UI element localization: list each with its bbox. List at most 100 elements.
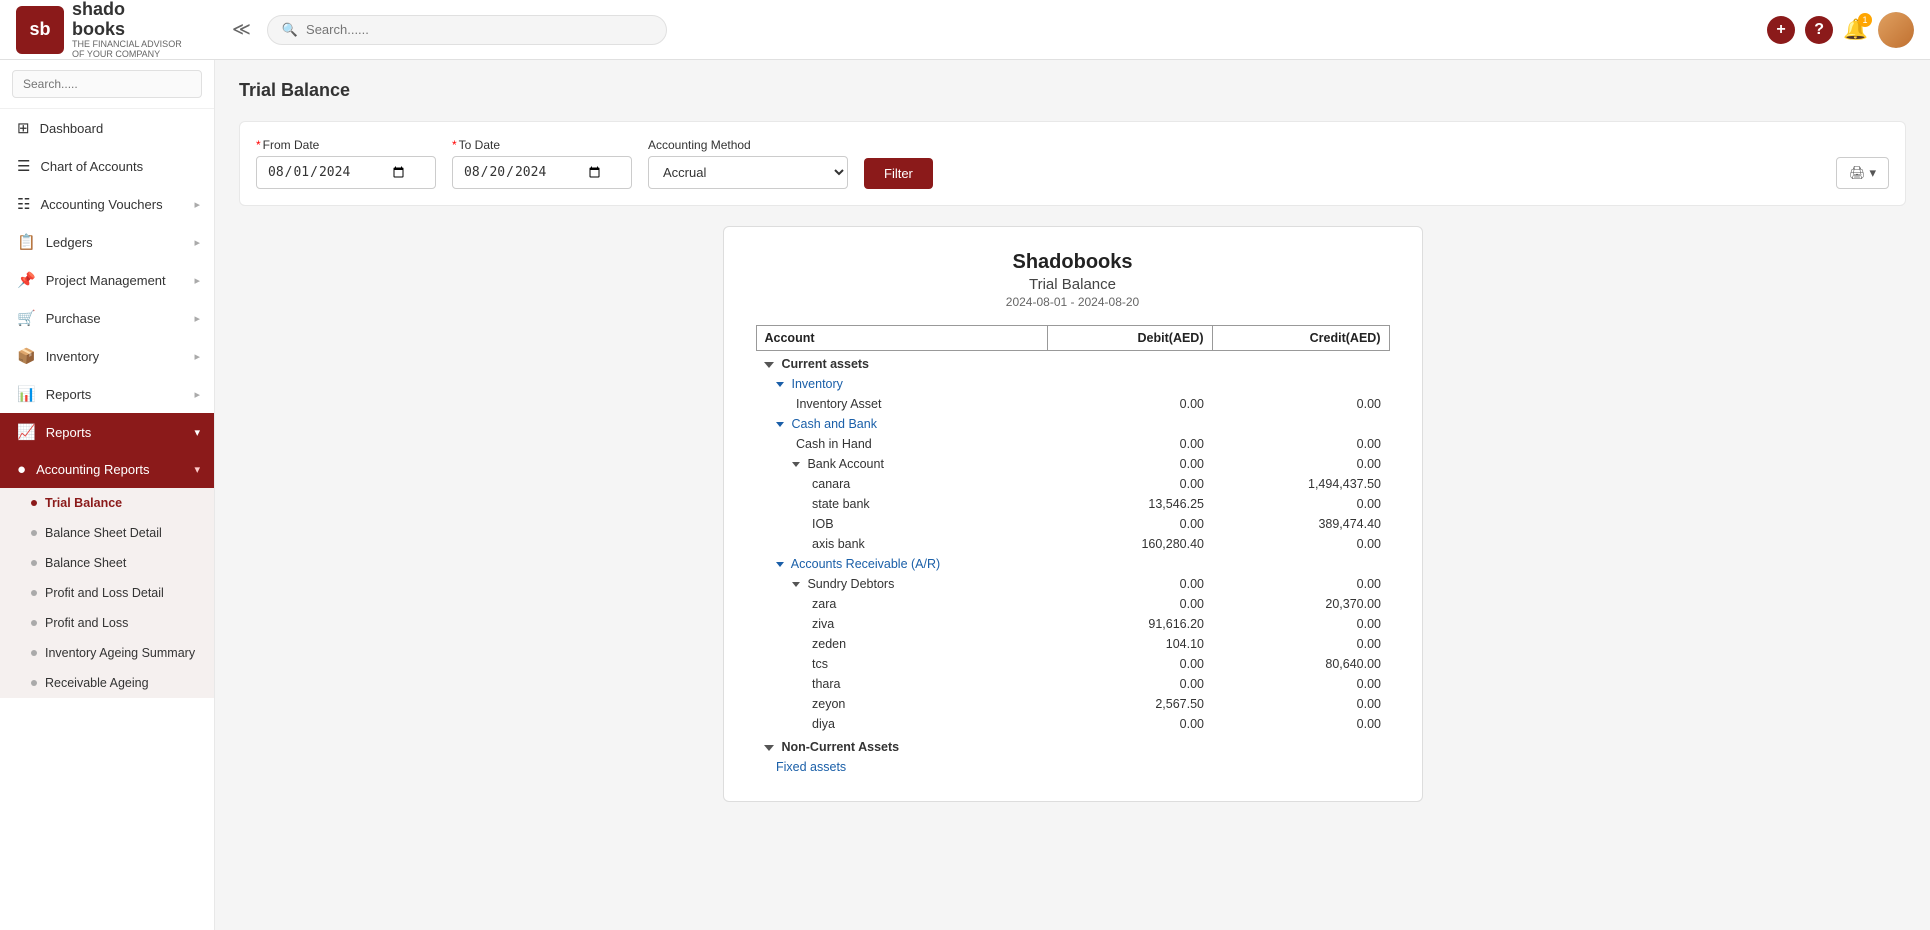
chevron-right-icon: ▸ (194, 236, 200, 249)
chevron-down-icon (776, 422, 784, 427)
table-header-row: Account Debit(AED) Credit(AED) (756, 326, 1389, 351)
from-date-input-wrapper[interactable] (256, 156, 436, 189)
sidebar-item-label: Chart of Accounts (40, 159, 200, 174)
sidebar-item-ledgers[interactable]: 📋 Ledgers ▸ (0, 223, 214, 261)
chevron-down-icon: ▾ (194, 463, 200, 476)
print-button[interactable]: 🖨 ▾ (1836, 157, 1889, 189)
sidebar-subitem-profit-loss-detail[interactable]: Profit and Loss Detail (0, 578, 214, 608)
top-search-input[interactable] (306, 22, 652, 37)
logo-icon: sb (16, 6, 64, 54)
sidebar-search-container[interactable] (0, 60, 214, 109)
notification-icon[interactable]: 🔔 1 (1843, 17, 1868, 42)
filter-button[interactable]: Filter (864, 158, 933, 189)
sidebar-item-accounting-vouchers[interactable]: ☷ Accounting Vouchers ▸ (0, 185, 214, 223)
table-row: Cash and Bank (756, 414, 1389, 434)
page-title: Trial Balance (239, 80, 1906, 101)
table-row: Cash in Hand 0.00 0.00 (756, 434, 1389, 454)
subitem-label: Balance Sheet (45, 556, 126, 570)
table-row: canara 0.00 1,494,437.50 (756, 474, 1389, 494)
report-card: Shadobooks Trial Balance 2024-08-01 - 20… (723, 226, 1423, 802)
print-dropdown-icon: ▾ (1869, 165, 1876, 181)
sidebar-item-purchase[interactable]: 🛒 Purchase ▸ (0, 299, 214, 337)
sidebar-item-dashboard[interactable]: ⊞ Dashboard (0, 109, 214, 147)
accounting-reports-label: Accounting Reports (36, 462, 184, 477)
col-credit: Credit(AED) (1212, 326, 1389, 351)
print-icon: 🖨 (1849, 165, 1866, 181)
chevron-right-icon: ▸ (194, 388, 200, 401)
sidebar-item-label: Dashboard (40, 121, 200, 136)
sidebar-item-project-management[interactable]: 📌 Project Management ▸ (0, 261, 214, 299)
chevron-right-icon: ▸ (194, 312, 200, 325)
top-navbar: sb shadobooks THE FINANCIAL ADVISOROF YO… (0, 0, 1930, 60)
table-row: zeden 104.10 0.00 (756, 634, 1389, 654)
method-group: Accounting Method Accrual Cash (648, 138, 848, 189)
sidebar-item-sales[interactable]: 📊 Reports ▸ (0, 375, 214, 413)
chevron-right-icon: ▸ (194, 274, 200, 287)
inventory-icon: 📦 (17, 347, 36, 365)
sidebar-item-chart-of-accounts[interactable]: ☰ Chart of Accounts (0, 147, 214, 185)
report-company: Shadobooks (756, 251, 1390, 274)
sidebar-item-label: Project Management (46, 273, 185, 288)
filter-bar: *From Date *To Date Accounting Method Ac… (239, 121, 1906, 206)
dashboard-icon: ⊞ (17, 119, 30, 137)
table-row: Inventory (756, 374, 1389, 394)
table-row: diya 0.00 0.00 (756, 714, 1389, 734)
chart-icon: ☰ (17, 157, 30, 175)
subitem-label: Profit and Loss Detail (45, 586, 164, 600)
to-date-input-wrapper[interactable] (452, 156, 632, 189)
dot-icon (31, 680, 37, 686)
table-row: axis bank 160,280.40 0.00 (756, 534, 1389, 554)
table-row: IOB 0.00 389,474.40 (756, 514, 1389, 534)
vouchers-icon: ☷ (17, 195, 30, 213)
from-date-group: *From Date (256, 138, 436, 189)
sidebar-item-inventory[interactable]: 📦 Inventory ▸ (0, 337, 214, 375)
method-label: Accounting Method (648, 138, 848, 152)
chevron-down-icon (764, 745, 774, 751)
to-date-input[interactable] (463, 164, 603, 181)
accounting-method-select[interactable]: Accrual Cash (648, 156, 848, 189)
sidebar-item-reports[interactable]: 📈 Reports ▾ (0, 413, 214, 451)
to-date-group: *To Date (452, 138, 632, 189)
table-row: zara 0.00 20,370.00 (756, 594, 1389, 614)
sidebar: ⊞ Dashboard ☰ Chart of Accounts ☷ Accoun… (0, 60, 215, 930)
user-avatar[interactable] (1878, 12, 1914, 48)
chevron-down-icon: ▾ (194, 426, 200, 439)
sidebar-subitem-balance-sheet-detail[interactable]: Balance Sheet Detail (0, 518, 214, 548)
collapse-sidebar-button[interactable]: ≪ (228, 15, 255, 44)
sidebar-subitem-trial-balance[interactable]: Trial Balance (0, 488, 214, 518)
logo-area: sb shadobooks THE FINANCIAL ADVISOROF YO… (16, 0, 216, 59)
sidebar-item-label: Reports (46, 387, 185, 402)
subitem-label: Inventory Ageing Summary (45, 646, 195, 660)
project-icon: 📌 (17, 271, 36, 289)
to-date-label: *To Date (452, 138, 632, 152)
sidebar-item-label: Reports (46, 425, 185, 440)
report-table: Account Debit(AED) Credit(AED) Current a… (756, 325, 1390, 777)
from-date-input[interactable] (267, 164, 407, 181)
table-row: Current assets (756, 351, 1389, 375)
add-button[interactable]: + (1767, 16, 1795, 44)
logo-text: shadobooks THE FINANCIAL ADVISOROF YOUR … (72, 0, 182, 59)
top-search-bar[interactable]: 🔍 (267, 15, 667, 45)
sidebar-search-input[interactable] (12, 70, 202, 98)
sidebar-item-label: Accounting Vouchers (40, 197, 184, 212)
chevron-down-icon (776, 562, 784, 567)
accounting-reports-icon: ● (17, 461, 26, 478)
subitem-label: Profit and Loss (45, 616, 128, 630)
table-row: Accounts Receivable (A/R) (756, 554, 1389, 574)
dot-icon (31, 560, 37, 566)
col-account: Account (756, 326, 1047, 351)
table-row: tcs 0.00 80,640.00 (756, 654, 1389, 674)
sidebar-item-accounting-reports[interactable]: ● Accounting Reports ▾ (0, 451, 214, 488)
table-row: thara 0.00 0.00 (756, 674, 1389, 694)
sidebar-item-label: Inventory (46, 349, 185, 364)
notification-badge: 1 (1858, 13, 1872, 27)
help-button[interactable]: ? (1805, 16, 1833, 44)
dot-icon (31, 650, 37, 656)
sidebar-subitem-profit-loss[interactable]: Profit and Loss (0, 608, 214, 638)
dot-icon (31, 590, 37, 596)
sidebar-subitem-inventory-ageing[interactable]: Inventory Ageing Summary (0, 638, 214, 668)
sidebar-subitem-balance-sheet[interactable]: Balance Sheet (0, 548, 214, 578)
subitem-label: Balance Sheet Detail (45, 526, 162, 540)
nav-actions: + ? 🔔 1 (1767, 12, 1914, 48)
sidebar-subitem-receivable-ageing[interactable]: Receivable Ageing (0, 668, 214, 698)
